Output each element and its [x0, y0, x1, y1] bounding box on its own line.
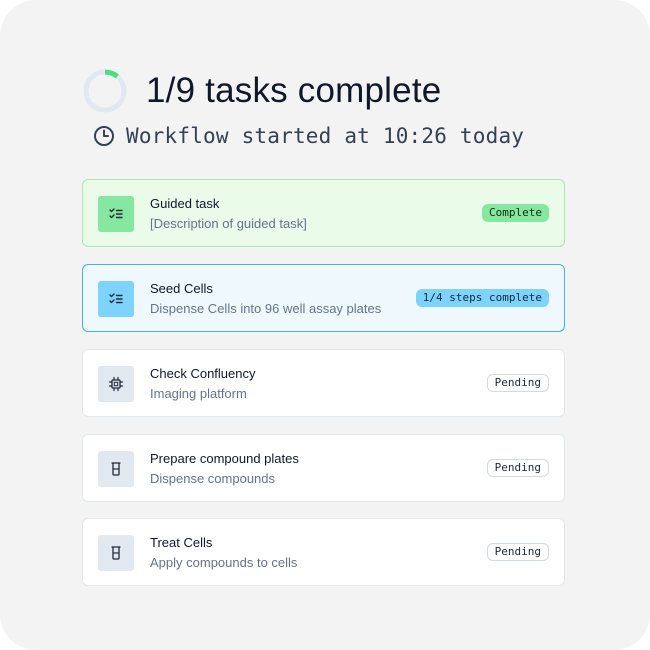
task-description: Dispense compounds	[150, 471, 276, 486]
status-badge: Complete	[482, 204, 549, 222]
task-title: Prepare compound plates	[150, 451, 299, 466]
beaker-icon	[98, 451, 134, 487]
workflow-panel: 1/9 tasks complete Workflow started at 1…	[0, 0, 650, 650]
task-description: Apply compounds to cells	[150, 555, 298, 570]
task-description: Imaging platform	[150, 386, 247, 401]
task-card-check-confluency[interactable]: Check Confluency Imaging platform Pendin…	[82, 349, 565, 417]
workflow-start-info: Workflow started at 10:26 today	[93, 124, 524, 148]
status-badge: Pending	[486, 459, 549, 477]
task-title: Guided task	[150, 196, 220, 211]
task-title: Seed Cells	[150, 281, 213, 296]
task-title: Check Confluency	[150, 366, 256, 381]
chip-icon	[98, 366, 134, 402]
progress-ring-icon	[83, 69, 127, 113]
task-card-prepare-compound-plates[interactable]: Prepare compound plates Dispense compoun…	[82, 434, 565, 502]
task-title: Treat Cells	[150, 535, 213, 550]
workflow-start-text: Workflow started at 10:26 today	[126, 124, 525, 148]
clock-icon	[94, 126, 114, 146]
task-description: [Description of guided task]	[150, 216, 307, 231]
task-card-guided-task[interactable]: Guided task [Description of guided task]…	[82, 179, 565, 247]
workflow-header: 1/9 tasks complete	[82, 68, 441, 114]
beaker-icon	[98, 535, 134, 571]
task-card-seed-cells[interactable]: Seed Cells Dispense Cells into 96 well a…	[82, 264, 565, 332]
checklist-icon	[98, 281, 134, 317]
status-badge: Pending	[486, 374, 549, 392]
checklist-icon	[98, 196, 134, 232]
status-badge: 1/4 steps complete	[415, 289, 549, 307]
task-description: Dispense Cells into 96 well assay plates	[150, 301, 382, 316]
page-title: 1/9 tasks complete	[146, 71, 442, 110]
task-card-treat-cells[interactable]: Treat Cells Apply compounds to cells Pen…	[82, 518, 565, 586]
status-badge: Pending	[486, 543, 549, 561]
